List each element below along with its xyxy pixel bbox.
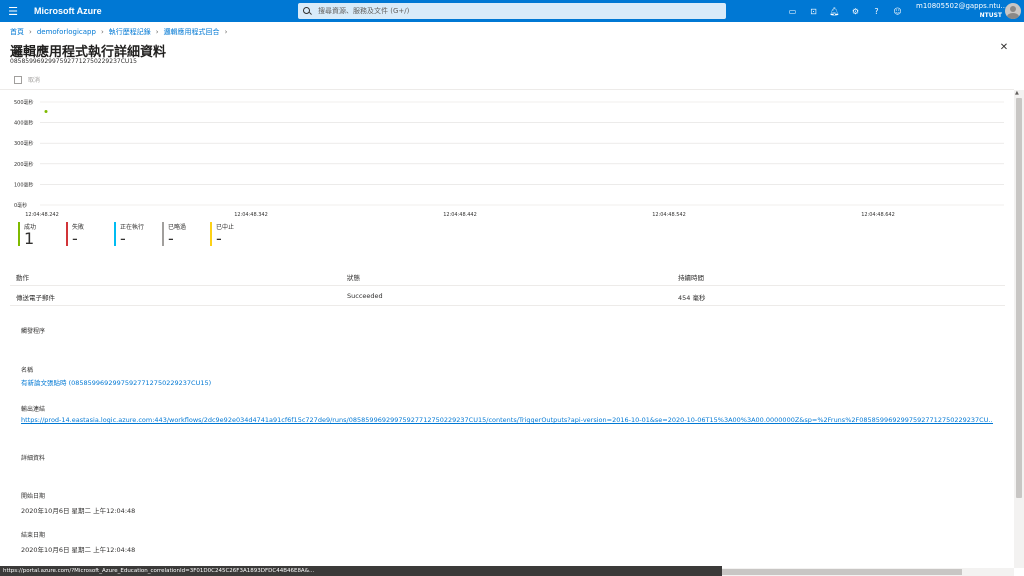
y-tick-label: 0毫秒 bbox=[14, 202, 27, 209]
user-tenant: NTUST bbox=[979, 12, 1002, 19]
x-tick-label: 12:04:48.242 bbox=[25, 212, 59, 218]
menu-icon[interactable]: ☰ bbox=[0, 0, 26, 22]
divider bbox=[0, 89, 1014, 90]
chevron-right-icon: › bbox=[155, 28, 159, 36]
stat-value: - bbox=[168, 229, 174, 248]
stat-aborted[interactable]: 已中止 - bbox=[210, 222, 258, 248]
cell-duration: 454 毫秒 bbox=[678, 294, 706, 302]
end-date-value: 2020年10月6日 星期二 上午12:04:48 bbox=[21, 546, 136, 554]
stat-skipped[interactable]: 已略過 - bbox=[162, 222, 210, 248]
user-email: m10805502@gapps.ntu... bbox=[916, 2, 1008, 10]
status-bar-url: https://portal.azure.com/?Microsoft_Azur… bbox=[0, 566, 722, 576]
cell-status: Succeeded bbox=[347, 292, 383, 300]
search-icon bbox=[303, 6, 312, 16]
x-tick-label: 12:04:48.342 bbox=[234, 212, 268, 218]
breadcrumb-logicapp[interactable]: demoforlogicapp bbox=[37, 28, 96, 36]
stat-value: - bbox=[120, 229, 126, 248]
table-row[interactable]: 傳送電子郵件 Succeeded 454 毫秒 bbox=[10, 286, 1005, 306]
status-summary: 成功 1 失敗 - 正在執行 - 已略過 - 已中止 - bbox=[18, 222, 258, 248]
column-header-duration[interactable]: 持續時間 bbox=[678, 272, 704, 282]
avatar[interactable] bbox=[1005, 3, 1021, 19]
toolbar-icons: ▭ ⊡ 🔔︎ ⚙ ? ☺ bbox=[782, 0, 908, 22]
stat-bar bbox=[162, 222, 164, 246]
actions-table: 動作 狀態 持續時間 傳送電子郵件 Succeeded 454 毫秒 bbox=[10, 266, 1005, 306]
y-tick-label: 500毫秒 bbox=[14, 99, 34, 106]
y-tick-label: 400毫秒 bbox=[14, 120, 34, 127]
chevron-right-icon: › bbox=[100, 28, 104, 36]
directory-filter-icon[interactable]: ⊡ bbox=[803, 0, 824, 22]
start-date-value: 2020年10月6日 星期二 上午12:04:48 bbox=[21, 507, 136, 515]
notification-bell-icon[interactable]: 🔔︎ bbox=[824, 0, 845, 22]
horizontal-scrollbar[interactable] bbox=[722, 568, 1014, 576]
scroll-up-icon[interactable]: ▲ bbox=[1015, 90, 1019, 96]
search-input[interactable]: 搜尋資源、服務及文件 (G+/) bbox=[298, 3, 726, 19]
data-point bbox=[44, 109, 48, 113]
stat-running[interactable]: 正在執行 - bbox=[114, 222, 162, 248]
cell-action: 傳送電子郵件 bbox=[16, 294, 55, 302]
brand-title[interactable]: Microsoft Azure bbox=[34, 6, 102, 16]
stat-label: 已略過 bbox=[168, 224, 187, 231]
x-tick-label: 12:04:48.442 bbox=[443, 212, 477, 218]
y-tick-label: 100毫秒 bbox=[14, 181, 34, 188]
details-heading: 詳細資料 bbox=[21, 455, 46, 462]
y-tick-label: 300毫秒 bbox=[14, 140, 34, 147]
chevron-right-icon: › bbox=[29, 28, 32, 36]
stat-value: 1 bbox=[24, 229, 35, 248]
trigger-heading: 觸發程序 bbox=[21, 328, 46, 335]
breadcrumb: 首頁 › demoforlogicapp › 執行歷程記錄 › 邏輯應用程式回合… bbox=[10, 27, 232, 37]
x-tick-label: 12:04:48.542 bbox=[652, 212, 686, 218]
cancel-button[interactable]: 取消 bbox=[14, 75, 40, 84]
cancel-checkbox-icon bbox=[14, 75, 22, 84]
breadcrumb-run-history[interactable]: 執行歷程記錄 bbox=[109, 27, 151, 37]
cancel-label: 取消 bbox=[28, 77, 41, 84]
close-icon[interactable]: ✕ bbox=[998, 42, 1010, 54]
y-tick-label: 200毫秒 bbox=[14, 161, 34, 168]
run-duration-chart: 500毫秒 400毫秒 300毫秒 200毫秒 100毫秒 0毫秒 12:04:48.242… bbox=[14, 99, 1004, 218]
scroll-thumb[interactable] bbox=[1016, 98, 1022, 498]
table-header: 動作 狀態 持續時間 bbox=[10, 266, 1005, 286]
output-link[interactable]: https://prod-14.eastasia.logic.azure.com… bbox=[21, 416, 993, 424]
stat-succeeded[interactable]: 成功 1 bbox=[18, 222, 66, 248]
trigger-name-link[interactable]: 有新論文張貼時 (08585996929975927712750229237CU… bbox=[21, 377, 211, 387]
breadcrumb-home[interactable]: 首頁 bbox=[10, 27, 24, 37]
stat-label: 已中止 bbox=[216, 224, 235, 231]
feedback-smiley-icon[interactable]: ☺ bbox=[887, 0, 908, 22]
name-label: 名稱 bbox=[21, 367, 34, 374]
vertical-scrollbar[interactable]: ▲ bbox=[1014, 90, 1024, 568]
search-placeholder: 搜尋資源、服務及文件 (G+/) bbox=[318, 7, 410, 15]
output-link-label: 輸出連結 bbox=[21, 406, 46, 413]
chevron-right-icon: › bbox=[224, 28, 228, 36]
run-id: 08585996929975927712750229237CU15 bbox=[10, 58, 137, 65]
stat-bar bbox=[18, 222, 20, 246]
stat-value: - bbox=[216, 229, 222, 248]
column-header-action[interactable]: 動作 bbox=[16, 272, 29, 282]
help-icon[interactable]: ? bbox=[866, 0, 887, 22]
stat-label: 正在執行 bbox=[120, 224, 145, 231]
stat-label: 失敗 bbox=[72, 224, 85, 231]
gear-icon[interactable]: ⚙ bbox=[845, 0, 866, 22]
column-header-status[interactable]: 狀態 bbox=[347, 272, 360, 282]
cloud-shell-icon[interactable]: ▭ bbox=[782, 0, 803, 22]
stat-failed[interactable]: 失敗 - bbox=[66, 222, 114, 248]
hscroll-thumb[interactable] bbox=[722, 569, 962, 575]
top-bar: ☰ Microsoft Azure 搜尋資源、服務及文件 (G+/) ▭ ⊡ 🔔… bbox=[0, 0, 1024, 22]
breadcrumb-run[interactable]: 邏輯應用程式回合 bbox=[164, 27, 220, 37]
x-tick-label: 12:04:48.642 bbox=[861, 212, 895, 218]
stat-value: - bbox=[72, 229, 78, 248]
end-date-label: 結束日期 bbox=[21, 532, 46, 539]
user-account[interactable]: m10805502@gapps.ntu... NTUST bbox=[916, 2, 1008, 20]
start-date-label: 開始日期 bbox=[21, 493, 46, 500]
stat-bar bbox=[66, 222, 68, 246]
stat-bar bbox=[210, 222, 212, 246]
stat-bar bbox=[114, 222, 116, 246]
